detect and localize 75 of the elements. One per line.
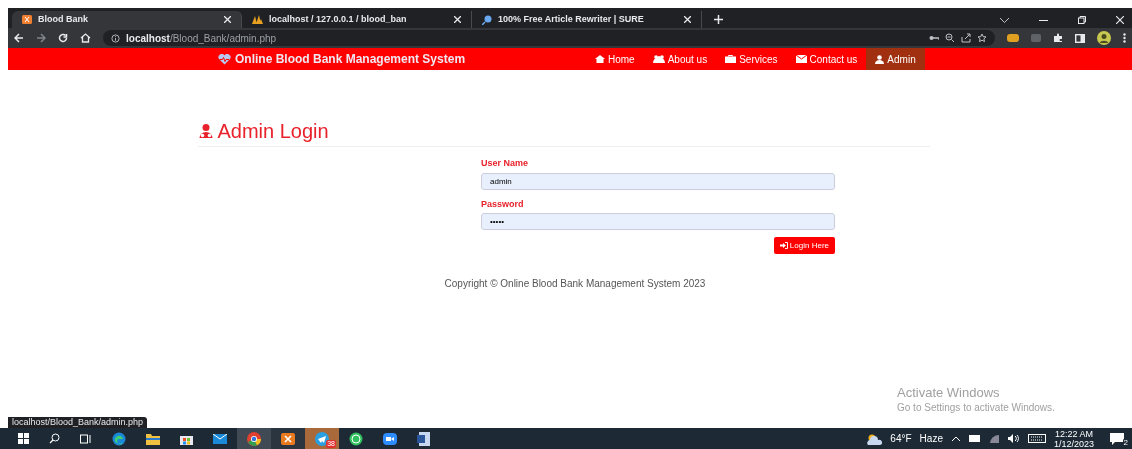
weather-icon [866, 432, 883, 445]
key-icon[interactable] [929, 35, 939, 41]
close-icon[interactable] [224, 16, 231, 23]
weather-text: Haze [919, 432, 943, 446]
page-heading: Admin Login [217, 119, 329, 144]
copyright-text: Copyright © Online Blood Bank Management System 2023 [444, 277, 706, 291]
sign-in-icon [779, 242, 788, 249]
home-icon[interactable] [80, 33, 91, 43]
field-label: Password [481, 197, 525, 211]
heart-icon [218, 53, 231, 65]
puzzle-icon[interactable] [1053, 33, 1063, 43]
info-icon [111, 33, 120, 43]
temperature-text: 64°F [890, 432, 912, 446]
video-call-icon[interactable] [383, 432, 397, 445]
taskbar-app[interactable] [237, 428, 271, 449]
back-icon[interactable] [14, 33, 24, 43]
tab-favicon [22, 15, 32, 24]
users-icon [652, 55, 665, 63]
chevron-up-icon[interactable] [950, 435, 961, 442]
document-icon[interactable] [417, 431, 431, 446]
telegram-icon [315, 431, 329, 446]
status-url: localhost/Blood_Bank/admin.php [8, 417, 148, 428]
nav-link[interactable]: Admin [866, 48, 925, 70]
tab-title: 100% Free Article Rewriter | SURE [498, 12, 645, 26]
chevron-down-icon[interactable] [1000, 18, 1009, 23]
reload-icon[interactable] [58, 33, 68, 43]
tab-title: Blood Bank [38, 12, 89, 26]
speaker-icon[interactable] [1007, 434, 1020, 443]
clock-date[interactable]: 1/12/2023 [1053, 438, 1094, 449]
clock-time[interactable]: 12:22 AM [1054, 428, 1093, 439]
briefcase-icon [725, 55, 737, 63]
xampp-icon [281, 432, 295, 445]
forward-icon[interactable] [36, 33, 46, 43]
username-field[interactable]: admin [481, 172, 835, 190]
address-bar[interactable]: localhost/Blood_Bank/admin.php [103, 30, 995, 46]
new-tab-icon[interactable] [714, 15, 723, 24]
browser-tab[interactable]: Blood Bank [12, 11, 242, 28]
tab-favicon [252, 15, 263, 24]
chrome-icon [247, 431, 261, 446]
nav-link[interactable]: Services [716, 48, 787, 70]
mail-icon[interactable] [213, 433, 227, 444]
notification-count: 2 [1122, 437, 1129, 447]
avatar-icon[interactable] [1097, 31, 1111, 45]
password-field[interactable]: ••••• [481, 213, 835, 230]
envelope-icon [795, 55, 807, 63]
login-button[interactable]: Login Here [773, 237, 835, 254]
home-icon [595, 55, 605, 63]
edge-icon[interactable] [112, 431, 126, 446]
user-icon [875, 54, 885, 64]
tab-title: localhost / 127.0.0.1 / blood_ban [269, 12, 408, 26]
field-label: User Name [481, 157, 530, 170]
activation-subtitle: Go to Settings to activate Windows. [897, 401, 1055, 415]
star-icon[interactable] [977, 33, 987, 43]
menu-icon[interactable] [1123, 33, 1126, 43]
windows-start-icon[interactable] [18, 433, 29, 444]
url-text: localhost/Blood_Bank/admin.php [126, 31, 277, 46]
task-view-icon[interactable] [80, 433, 92, 444]
zoom-out-icon[interactable] [945, 33, 955, 43]
search-icon[interactable] [49, 433, 60, 444]
taskbar-app[interactable] [271, 428, 305, 449]
folder-icon[interactable] [146, 432, 160, 445]
restore-icon[interactable] [1078, 16, 1086, 24]
nav-link[interactable]: Contact us [786, 48, 867, 70]
nav-link[interactable]: About us [643, 48, 717, 70]
tab-favicon [482, 14, 492, 25]
side-panel-icon[interactable] [1075, 33, 1085, 43]
close-icon[interactable] [1116, 16, 1124, 24]
nav-link[interactable]: Home [586, 48, 644, 70]
close-icon[interactable] [454, 16, 461, 23]
activation-title: Activate Windows [897, 385, 1001, 400]
close-icon[interactable] [684, 16, 691, 23]
notification-icon[interactable] [1110, 432, 1124, 445]
keyboard-icon[interactable] [1027, 434, 1046, 443]
share-icon[interactable] [961, 33, 971, 43]
user-icon [197, 123, 214, 139]
